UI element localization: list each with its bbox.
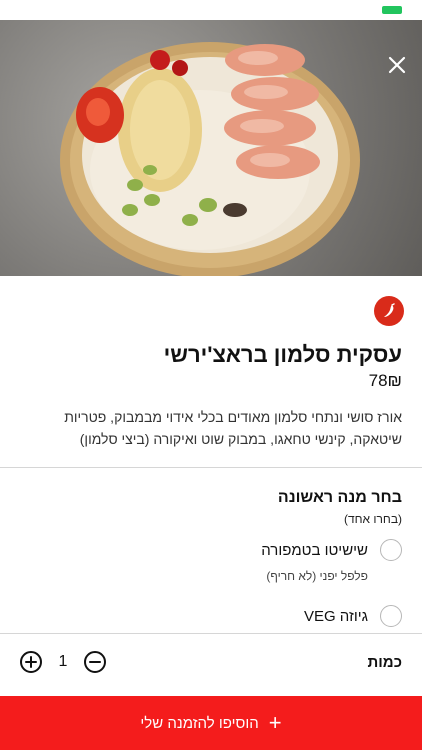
close-button[interactable] (386, 54, 408, 76)
plus-icon (25, 656, 37, 668)
choice-group-subtitle: (בחרו אחד) (343, 512, 402, 526)
status-bar (0, 0, 422, 20)
option-label: שישיטו בטמפורה (261, 541, 368, 559)
dish-description: אורז סושי ונתחי סלמון מאודים בכלי אידוי … (64, 409, 402, 447)
option-sublabel: פלפל יפני (לא חריף) (266, 569, 368, 583)
add-to-order-button[interactable]: + הוסיפו להזמנה שלי (0, 696, 422, 750)
add-to-order-label: הוסיפו להזמנה שלי (140, 714, 259, 732)
increment-button[interactable] (20, 651, 42, 673)
option-label: גיוזה VEG (303, 607, 368, 625)
dish-illustration (60, 42, 360, 276)
quantity-label: כמות (367, 654, 402, 671)
quantity-stepper: 1 (20, 651, 106, 673)
radio-button[interactable] (380, 539, 402, 561)
plus-icon: + (268, 710, 282, 735)
option-gyoza[interactable]: גיוזה VEG (22, 605, 402, 627)
decrement-button[interactable] (84, 651, 106, 673)
chili-pepper-icon (384, 303, 395, 317)
close-icon (388, 56, 406, 74)
divider (0, 633, 422, 634)
option-shishito[interactable]: שישיטו בטמפורה פלפל יפני (לא חריף) (22, 539, 402, 583)
divider (0, 467, 422, 468)
minus-icon (89, 661, 101, 663)
spicy-badge (374, 296, 404, 326)
battery-icon (382, 6, 402, 14)
dish-price: 78₪ (368, 371, 402, 390)
dish-photo (0, 20, 422, 276)
quantity-value: 1 (58, 653, 68, 670)
dish-title: עסקית סלמון בראצ'ירשי (163, 342, 402, 367)
radio-button[interactable] (380, 605, 402, 627)
choice-group-title: בחר מנה ראשונה (277, 489, 402, 506)
